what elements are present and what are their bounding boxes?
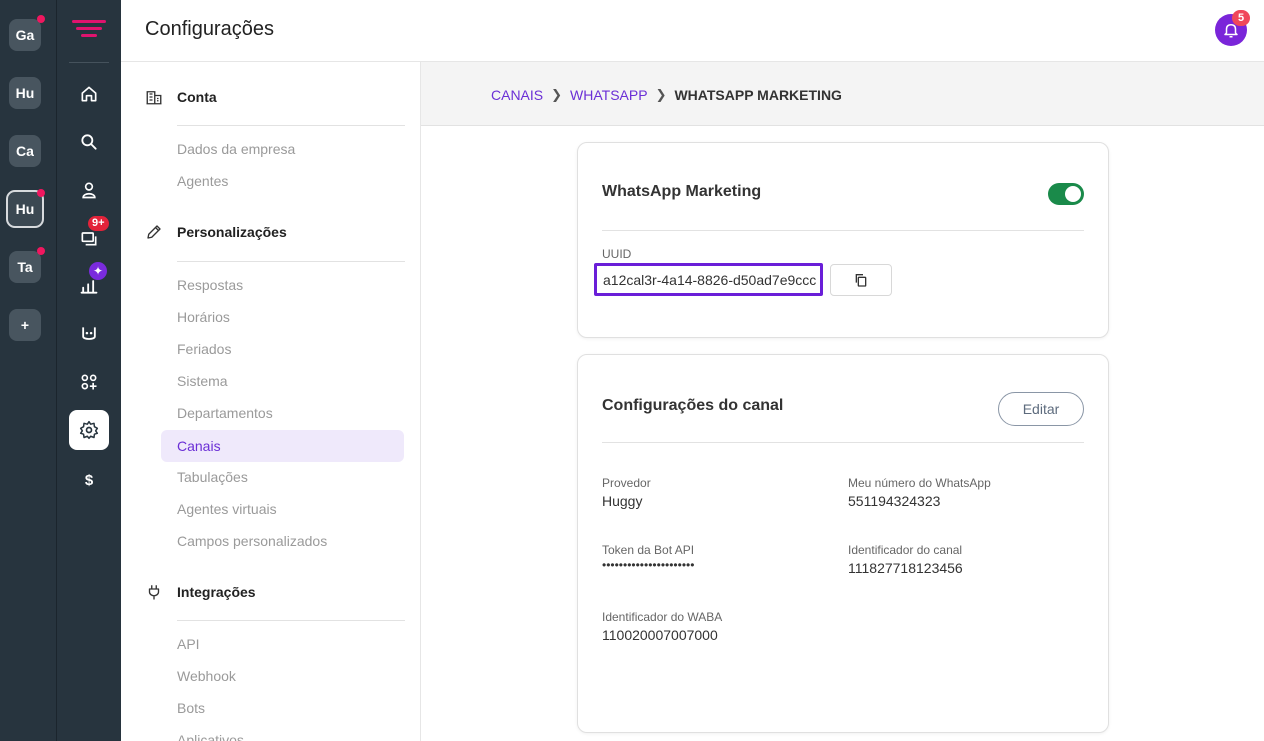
- section-divider: [177, 125, 405, 126]
- waba-id-label: Identificador do WABA: [602, 610, 723, 624]
- section-divider: [177, 620, 405, 621]
- edit-button[interactable]: Editar: [998, 392, 1084, 426]
- chat-icon: [81, 232, 97, 246]
- section-divider: [177, 261, 405, 262]
- user-icon: [82, 182, 96, 199]
- breadcrumb-canais[interactable]: CANAIS: [491, 87, 543, 103]
- channel-config-card: Configurações do canal Editar Provedor H…: [577, 354, 1109, 733]
- workspace-notification-dot: [37, 15, 45, 23]
- section-integracoes: Integrações: [145, 583, 256, 601]
- workspace-button-hu[interactable]: Hu: [9, 77, 41, 109]
- building-icon: [146, 91, 162, 105]
- card-divider: [602, 230, 1084, 231]
- sidebar-item-canais[interactable]: Canais: [161, 430, 404, 462]
- nav-home[interactable]: [69, 74, 109, 114]
- config-card-title: Configurações do canal: [602, 397, 784, 414]
- home-icon: [81, 86, 97, 102]
- nav-divider: [69, 62, 109, 63]
- provedor-value: Huggy: [602, 493, 643, 509]
- copy-uuid-button[interactable]: [830, 264, 892, 296]
- whatsapp-number-label: Meu número do WhatsApp: [848, 476, 991, 490]
- gear-icon: [79, 420, 99, 440]
- workspace-button-ta[interactable]: Ta: [9, 251, 41, 283]
- breadcrumb-bar: CANAIS ❯ WHATSAPP ❯ WHATSAPP MARKETING: [421, 62, 1264, 126]
- sparkle-icon: ✦: [89, 262, 107, 280]
- search-icon: [81, 134, 97, 150]
- breadcrumb-whatsapp[interactable]: WHATSAPP: [570, 87, 648, 103]
- sidebar-item-api[interactable]: API: [177, 636, 200, 652]
- nav-settings[interactable]: [69, 410, 109, 450]
- plug-icon: [148, 585, 160, 600]
- sidebar-item-sistema[interactable]: Sistema: [177, 373, 228, 389]
- uuid-label: UUID: [602, 247, 632, 261]
- sidebar-item-agentes[interactable]: Agentes: [177, 173, 228, 189]
- sidebar-item-horarios[interactable]: Horários: [177, 309, 230, 325]
- huggy-logo-icon[interactable]: [71, 18, 107, 40]
- main-nav-rail: 9+ ✦ $: [57, 0, 121, 741]
- channel-id-value: 111827718123456: [848, 560, 963, 576]
- settings-sidebar: Conta Dados da empresa Agentes Personali…: [121, 62, 421, 741]
- uuid-value: a12cal3r-4a14-8826-d50ad7e9ccc: [594, 263, 823, 296]
- nav-search[interactable]: [69, 122, 109, 162]
- sidebar-item-aplicativos[interactable]: Aplicativos: [177, 732, 244, 741]
- main-content: CANAIS ❯ WHATSAPP ❯ WHATSAPP MARKETING W…: [421, 62, 1264, 741]
- section-title-conta: Conta: [177, 89, 217, 105]
- sidebar-item-tabulacoes[interactable]: Tabulações: [177, 469, 248, 485]
- sidebar-item-respostas[interactable]: Respostas: [177, 277, 243, 293]
- provedor-label: Provedor: [602, 476, 651, 490]
- waba-id-value: 110020007007000: [602, 627, 718, 643]
- bot-token-value: ••••••••••••••••••••••: [602, 558, 695, 572]
- section-conta: Conta: [145, 88, 217, 106]
- section-personalizacoes: Personalizações: [145, 223, 287, 241]
- breadcrumb: CANAIS ❯ WHATSAPP ❯ WHATSAPP MARKETING: [491, 87, 842, 103]
- dollar-icon: $: [85, 472, 94, 489]
- chats-count-badge: 9+: [88, 216, 109, 231]
- section-title-personalizacoes: Personalizações: [177, 224, 287, 240]
- nav-contacts[interactable]: [69, 170, 109, 210]
- workspace-button-ga[interactable]: Ga: [9, 19, 41, 51]
- channel-name: WhatsApp Marketing: [602, 183, 762, 200]
- sidebar-item-dados-empresa[interactable]: Dados da empresa: [177, 141, 295, 157]
- card-divider: [602, 442, 1084, 443]
- bot-token-label: Token da Bot API: [602, 543, 695, 557]
- channel-enabled-toggle[interactable]: [1048, 183, 1084, 205]
- bot-icon: [82, 327, 96, 340]
- sidebar-item-bots[interactable]: Bots: [177, 700, 205, 716]
- workspace-notification-dot: [37, 189, 45, 197]
- copy-icon: [855, 274, 867, 287]
- notifications-count-badge: 5: [1232, 10, 1251, 26]
- add-workspace-button[interactable]: +: [9, 309, 41, 341]
- sidebar-item-campos-personalizados[interactable]: Campos personalizados: [177, 533, 327, 549]
- nav-billing[interactable]: $: [69, 460, 109, 500]
- sidebar-item-agentes-virtuais[interactable]: Agentes virtuais: [177, 501, 277, 517]
- nav-bots[interactable]: [69, 314, 109, 354]
- nav-apps[interactable]: [69, 362, 109, 402]
- workspace-notification-dot: [37, 247, 45, 255]
- breadcrumb-current: WHATSAPP MARKETING: [674, 87, 842, 103]
- sidebar-item-webhook[interactable]: Webhook: [177, 668, 236, 684]
- sidebar-item-departamentos[interactable]: Departamentos: [177, 405, 273, 421]
- sidebar-item-feriados[interactable]: Feriados: [177, 341, 231, 357]
- pencil-icon: [147, 225, 161, 239]
- workspace-rail: Ga Hu Ca Hu Ta +: [0, 0, 57, 741]
- apps-icon: [81, 374, 97, 390]
- whatsapp-number-value: 551194324323: [848, 493, 941, 509]
- section-title-integracoes: Integrações: [177, 584, 256, 600]
- channel-card: WhatsApp Marketing UUID a12cal3r-4a14-88…: [577, 142, 1109, 338]
- chevron-right-icon: ❯: [655, 87, 667, 102]
- channel-id-label: Identificador do canal: [848, 543, 963, 557]
- top-header: Configurações 5: [121, 0, 1264, 62]
- page-title: Configurações: [145, 18, 274, 40]
- workspace-button-ca[interactable]: Ca: [9, 135, 41, 167]
- svg-text:$: $: [85, 472, 94, 489]
- chevron-right-icon: ❯: [551, 87, 563, 102]
